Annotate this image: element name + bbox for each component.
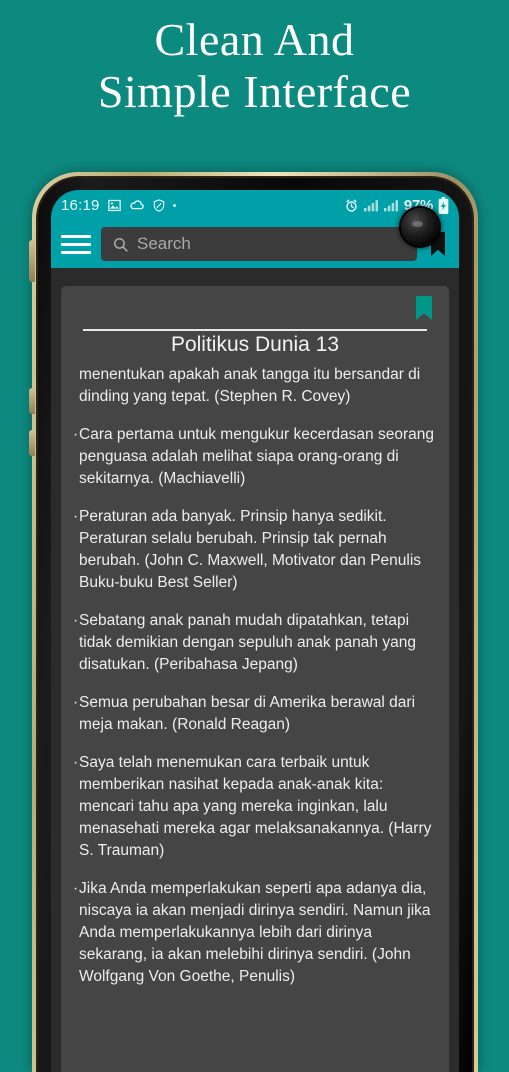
- bookmark-filled-icon[interactable]: [415, 296, 433, 320]
- power-button[interactable]: [29, 240, 35, 282]
- phone-device-mockup: 16:19 97% Search Politikus Dunia 13 mene…: [29, 172, 478, 1072]
- promo-headline-line-2: Simple Interface: [97, 66, 412, 118]
- quote-text: Sebatang anak panah mudah dipatahkan, te…: [79, 612, 416, 673]
- quote-paragraph: · Jika Anda memperlakukan seperti apa ada…: [73, 878, 437, 988]
- quote-paragraph: · Semua perubahan besar di Amerika berawa…: [73, 692, 437, 736]
- promo-headline-line-1: Clean And: [154, 14, 355, 65]
- search-input[interactable]: Search: [101, 227, 417, 261]
- phone-screen: 16:19 97% Search Politikus Dunia 13 mene…: [51, 190, 459, 1072]
- status-bar-clock: 16:19: [61, 196, 100, 214]
- volume-up-button[interactable]: [29, 388, 35, 414]
- shield-icon: [152, 198, 166, 213]
- quote-paragraph: · Cara pertama untuk mengukur kecerdasan …: [73, 424, 437, 490]
- battery-charging-icon: [438, 196, 449, 214]
- status-bar-left-group: 16:19: [61, 197, 176, 214]
- article-body[interactable]: menapaki tangga sukses. Kepemimpinan men…: [61, 362, 449, 1072]
- alarm-icon: [344, 198, 359, 213]
- search-icon: [112, 236, 129, 253]
- quote-text: menapaki tangga sukses. Kepemimpinan men…: [79, 366, 421, 405]
- status-bar: 16:19 97%: [51, 190, 459, 220]
- article-card-header: Politikus Dunia 13: [61, 286, 449, 356]
- quote-paragraph: menapaki tangga sukses. Kepemimpinan men…: [73, 362, 437, 408]
- search-placeholder: Search: [137, 234, 191, 253]
- volume-down-button[interactable]: [29, 430, 35, 456]
- status-bar-right-group: 97%: [344, 196, 449, 214]
- title-divider: [83, 329, 427, 331]
- promo-headline: Clean And Simple Interface: [0, 0, 509, 160]
- quote-text: Saya telah menemukan cara terbaik untuk …: [79, 754, 432, 859]
- quote-text: Peraturan ada banyak. Prinsip hanya sedi…: [79, 508, 422, 591]
- signal-bars-icon: [363, 199, 379, 212]
- quote-paragraph: · Sebatang anak panah mudah dipatahkan, t…: [73, 610, 437, 676]
- app-toolbar: Search: [51, 220, 459, 268]
- hamburger-menu-icon[interactable]: [61, 231, 91, 257]
- signal-bars-icon: [383, 199, 399, 212]
- article-card: Politikus Dunia 13 menapaki tangga sukse…: [61, 286, 449, 1072]
- quote-paragraph: · Saya telah menemukan cara terbaik untuk…: [73, 752, 437, 862]
- front-camera: [401, 208, 439, 246]
- dot-icon: [172, 203, 176, 207]
- content-area[interactable]: Politikus Dunia 13 menapaki tangga sukse…: [51, 268, 459, 1072]
- quote-text: Semua perubahan besar di Amerika berawal…: [79, 694, 416, 733]
- page-title: Politikus Dunia 13: [170, 333, 340, 356]
- quote-paragraph: · Peraturan ada banyak. Prinsip hanya sed…: [73, 506, 437, 594]
- quote-text: Cara pertama untuk mengukur kecerdasan s…: [79, 426, 434, 487]
- cloud-icon: [129, 198, 145, 213]
- quote-text: Jika Anda memperlakukan seperti apa adan…: [79, 880, 431, 985]
- image-icon: [107, 198, 122, 213]
